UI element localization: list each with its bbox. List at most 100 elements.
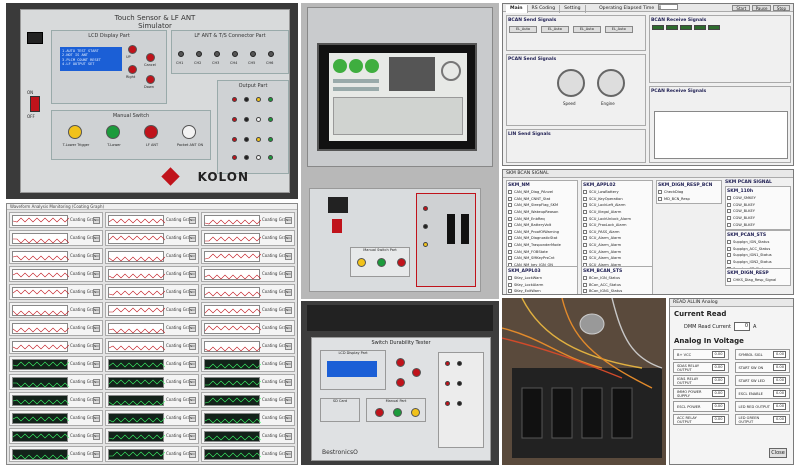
t-lower-button[interactable] [106, 125, 120, 139]
checkbox-icon[interactable] [583, 282, 587, 287]
el-auto-button[interactable]: EL_Auto [540, 26, 569, 33]
graph-no-button[interactable]: NO [189, 271, 196, 278]
signal-checkbox[interactable]: CAN_NM_FOBState [508, 248, 576, 255]
checkbox-icon[interactable] [583, 249, 587, 254]
checkbox-icon[interactable] [508, 276, 512, 281]
control-button[interactable] [396, 358, 405, 367]
tab-setting[interactable]: Setting [560, 4, 586, 13]
signal-checkbox[interactable]: MD_BCN_Resp [658, 196, 720, 203]
signal-checkbox[interactable]: CGW_BLKEY [727, 215, 789, 222]
signal-checkbox[interactable]: CAN_NM_DiagnosticStat [508, 235, 576, 242]
graph-no-button[interactable]: NO [285, 271, 292, 278]
signal-checkbox[interactable]: CGW_BLKEY [727, 221, 789, 228]
signal-checkbox[interactable]: CHKS_Diag_Resp_Signal [727, 277, 789, 284]
close-button[interactable]: Close [769, 448, 787, 458]
graph-no-button[interactable]: NO [189, 235, 196, 242]
graph-no-button[interactable]: NO [189, 433, 196, 440]
checkbox-icon[interactable] [727, 202, 731, 207]
manual-button[interactable] [397, 258, 406, 267]
graph-no-button[interactable]: NO [93, 379, 100, 386]
manual-button[interactable] [375, 408, 384, 417]
signal-checkbox[interactable]: SKey_LockAlarm [508, 282, 576, 289]
graph-no-button[interactable]: NO [189, 289, 196, 296]
manual-button[interactable] [377, 258, 386, 267]
graph-no-button[interactable]: NO [93, 415, 100, 422]
signal-checkbox[interactable]: SCU_Illegal_Alarm [583, 209, 651, 216]
el-auto-button[interactable]: EL_Auto [509, 26, 537, 33]
signal-checkbox[interactable]: SCU_LockLeft_Alarm [583, 202, 651, 209]
down-button[interactable] [146, 75, 155, 84]
checkbox-icon[interactable] [508, 190, 512, 195]
graph-no-button[interactable]: NO [189, 415, 196, 422]
checkbox-icon[interactable] [508, 196, 512, 201]
graph-no-button[interactable]: NO [189, 307, 196, 314]
engine-knob-icon[interactable] [597, 69, 625, 97]
graph-no-button[interactable]: NO [285, 379, 292, 386]
signal-checkbox[interactable]: CAN_NM_WakeupReason [508, 209, 576, 216]
graph-no-button[interactable]: NO [285, 307, 292, 314]
signal-checkbox[interactable]: SCU_ProxLock_Alarm [583, 222, 651, 229]
checkbox-icon[interactable] [508, 216, 512, 221]
signal-checkbox[interactable]: CAN_NM_BatteryVolt [508, 222, 576, 229]
checkbox-icon[interactable] [727, 253, 731, 258]
checkbox-icon[interactable] [658, 196, 662, 201]
checkbox-icon[interactable] [583, 243, 587, 248]
signal-checkbox[interactable]: SCU_PASS_Alarm [583, 229, 651, 236]
signal-checkbox[interactable]: BCan_IGN_Status [583, 275, 651, 282]
graph-no-button[interactable]: NO [189, 217, 196, 224]
checkbox-icon[interactable] [583, 223, 587, 228]
signal-checkbox[interactable]: SCU_KeyOperation [583, 196, 651, 203]
signal-checkbox[interactable]: CAN_NM_Diag_PAnvel [508, 189, 576, 196]
graph-no-button[interactable]: NO [93, 361, 100, 368]
graph-no-button[interactable]: NO [285, 361, 292, 368]
checkbox-icon[interactable] [508, 249, 512, 254]
graph-no-button[interactable]: NO [285, 235, 292, 242]
graph-no-button[interactable]: NO [93, 433, 100, 440]
signal-checkbox[interactable]: SKey_ExitWarn [508, 288, 576, 294]
signal-checkbox[interactable]: CAN_NM_CNNT_Stat [508, 196, 576, 203]
checkbox-icon[interactable] [508, 282, 512, 287]
signal-checkbox[interactable]: CAN_NM_TrasponderMode [508, 242, 576, 249]
graph-no-button[interactable]: NO [93, 343, 100, 350]
checkbox-icon[interactable] [508, 243, 512, 248]
graph-no-button[interactable]: NO [93, 217, 100, 224]
tab-rs-coding[interactable]: RS Coding [528, 4, 561, 13]
right-button[interactable] [128, 65, 137, 74]
graph-no-button[interactable]: NO [93, 307, 100, 314]
graph-no-button[interactable]: NO [93, 235, 100, 242]
checkbox-icon[interactable] [508, 210, 512, 215]
signal-checkbox[interactable]: SCU_Alarm_Alarm [583, 235, 651, 242]
signal-checkbox[interactable]: CGW_BLKEY [727, 208, 789, 215]
checkbox-icon[interactable] [583, 289, 587, 294]
signal-checkbox[interactable]: SuppIgn_ACC_Status [727, 246, 789, 253]
checkbox-icon[interactable] [508, 223, 512, 228]
checkbox-icon[interactable] [583, 236, 587, 241]
checkbox-icon[interactable] [658, 190, 662, 195]
signal-checkbox[interactable]: SuppIgn_IGN_Status [727, 239, 789, 246]
checkbox-icon[interactable] [583, 196, 587, 201]
graph-no-button[interactable]: NO [93, 289, 100, 296]
cancel-button[interactable] [146, 53, 155, 62]
graph-no-button[interactable]: NO [189, 253, 196, 260]
graph-no-button[interactable]: NO [189, 325, 196, 332]
graph-no-button[interactable]: NO [93, 271, 100, 278]
graph-no-button[interactable]: NO [285, 253, 292, 260]
checkbox-icon[interactable] [727, 196, 731, 201]
tab-main[interactable]: Main [506, 4, 528, 13]
pocket-ant-button[interactable] [182, 125, 196, 139]
graph-no-button[interactable]: NO [93, 325, 100, 332]
checkbox-icon[interactable] [508, 203, 512, 208]
control-button[interactable] [412, 368, 421, 377]
signal-checkbox[interactable]: SuppIgn_IGN2_Status [727, 259, 789, 266]
signal-checkbox[interactable]: CheckDiag [658, 189, 720, 196]
graph-no-button[interactable]: NO [285, 397, 292, 404]
graph-no-button[interactable]: NO [285, 415, 292, 422]
checkbox-icon[interactable] [583, 256, 587, 261]
signal-checkbox[interactable]: SCU_LowBattery [583, 189, 651, 196]
lf-ant-button[interactable] [144, 125, 158, 139]
checkbox-icon[interactable] [508, 229, 512, 234]
signal-checkbox[interactable]: CAN_NM_EnbReq [508, 215, 576, 222]
t-lower-trigger-button[interactable] [68, 125, 82, 139]
graph-no-button[interactable]: NO [285, 217, 292, 224]
graph-no-button[interactable]: NO [93, 397, 100, 404]
